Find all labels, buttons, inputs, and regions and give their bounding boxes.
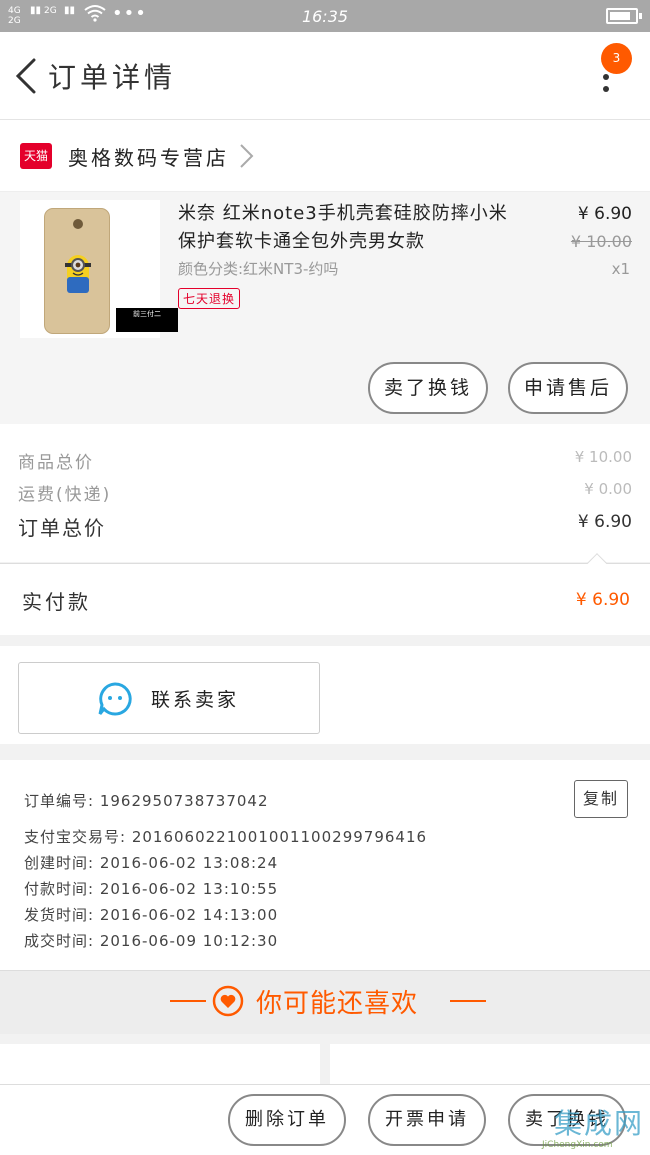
product-quantity: x1 [611, 260, 630, 278]
product-card[interactable]: 前三付二 米奈 红米note3手机壳套硅胶防摔小米保护套软卡通全包外壳男女款 颜… [0, 192, 650, 424]
more-menu-button[interactable]: 3 [590, 40, 632, 110]
decor-line-left [170, 1000, 206, 1002]
product-sku: 颜色分类:红米NT3-约吗 [178, 260, 339, 278]
paid-label: 实付款 [22, 590, 91, 614]
sell-button[interactable]: 卖了换钱 [368, 362, 488, 414]
shipping-row: 运费(快递) ¥ 0.00 [18, 480, 632, 508]
contact-seller-button[interactable]: 联系卖家 [18, 662, 320, 734]
product-price: ¥ 6.90 [577, 204, 632, 224]
decor-line-right [450, 1000, 486, 1002]
paid-row: 实付款 ¥ 6.90 [0, 563, 650, 635]
recommend-card[interactable] [0, 1044, 320, 1084]
image-promo-caption: 前三付二 [116, 308, 178, 332]
completed-time: 成交时间: 2016-06-09 10:12:30 [24, 932, 279, 950]
contact-seller-label: 联系卖家 [151, 689, 240, 711]
copy-button[interactable]: 复制 [574, 780, 628, 818]
order-total-value: ¥ 6.90 [577, 512, 632, 532]
created-time: 创建时间: 2016-06-02 13:08:24 [24, 854, 279, 872]
shop-row[interactable]: 天猫 奥格数码专营店 [0, 120, 650, 192]
product-original-price: ¥ 10.00 [570, 232, 632, 251]
delete-order-button[interactable]: 删除订单 [228, 1094, 346, 1146]
shop-name[interactable]: 奥格数码专营店 [68, 142, 229, 171]
site-watermark: 集成网 JiChengXin.com [540, 1102, 646, 1152]
shipped-time: 发货时间: 2016-06-02 14:13:00 [24, 906, 279, 924]
notification-badge: 3 [601, 43, 632, 74]
recommend-header: 你可能还喜欢 [0, 970, 650, 1034]
order-total-row: 订单总价 ¥ 6.90 [18, 512, 632, 540]
after-sale-button[interactable]: 申请售后 [508, 362, 628, 414]
watermark-text: 集成网 [554, 1107, 645, 1140]
page-title: 订单详情 [48, 61, 177, 94]
product-title[interactable]: 米奈 红米note3手机壳套硅胶防摔小米保护套软卡通全包外壳男女款 [178, 200, 518, 256]
watermark-url: JiChengXin.com [542, 1140, 613, 1150]
order-number: 订单编号: 1962950738737042 [24, 792, 269, 810]
invoice-request-button[interactable]: 开票申请 [368, 1094, 486, 1146]
recommend-title: 你可能还喜欢 [256, 989, 419, 1019]
minion-illustration [65, 255, 91, 293]
order-total-label: 订单总价 [18, 516, 106, 540]
alipay-transaction-number: 支付宝交易号: 2016060221001001100299796416 [24, 828, 428, 846]
price-summary: 商品总价 ¥ 10.00 运费(快递) ¥ 0.00 订单总价 ¥ 6.90 [0, 424, 650, 562]
status-time: 16:35 [301, 7, 349, 26]
return-policy-tag: 七天退换 [178, 288, 241, 309]
shipping-label: 运费(快递) [18, 485, 112, 505]
recommend-card[interactable] [330, 1044, 650, 1084]
goods-total-label: 商品总价 [18, 453, 94, 473]
order-info: 订单编号: 1962950738737042 复制 支付宝交易号: 201606… [0, 760, 650, 970]
contact-section: 联系卖家 [0, 646, 650, 744]
goods-total-row: 商品总价 ¥ 10.00 [18, 448, 632, 476]
navbar: 订单详情 3 [0, 32, 650, 120]
battery-icon [606, 8, 642, 24]
paid-time: 付款时间: 2016-06-02 13:10:55 [24, 880, 279, 898]
phone-case-image [44, 208, 110, 334]
chat-icon [98, 682, 132, 716]
camera-icon [73, 219, 83, 229]
status-bar: 4G 2G 2G ▮▮ ▮▮ ••• 16:35 [0, 0, 650, 32]
battery-fill [610, 12, 631, 20]
paid-value: ¥ 6.90 [575, 590, 630, 610]
tmall-logo: 天猫 [20, 143, 52, 169]
back-arrow-icon[interactable] [14, 58, 38, 94]
heart-icon [212, 985, 244, 1017]
chevron-right-icon [240, 144, 254, 168]
shipping-value: ¥ 0.00 [584, 480, 632, 498]
goods-total-value: ¥ 10.00 [574, 448, 632, 466]
product-image[interactable]: 前三付二 [20, 200, 178, 338]
more-vertical-icon [603, 74, 609, 98]
